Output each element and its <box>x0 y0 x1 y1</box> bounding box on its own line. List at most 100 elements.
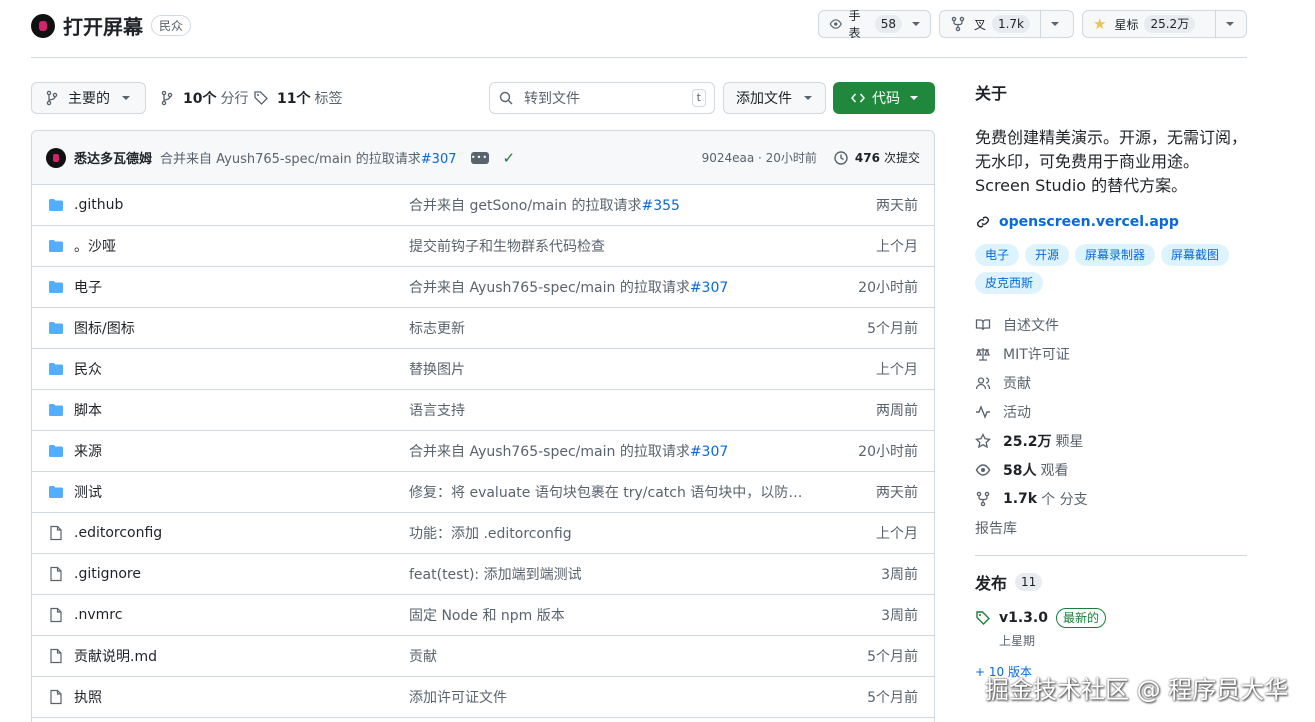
releases-title[interactable]: 发布 <box>975 570 1007 594</box>
file-name[interactable]: 脚本 <box>74 400 409 420</box>
repo-owner-avatar[interactable] <box>31 13 55 38</box>
commit-hash[interactable]: 9024eaa · 20小时前 <box>702 149 817 166</box>
fork-label: 叉 <box>973 17 986 32</box>
file-name[interactable]: .editorconfig <box>74 525 409 541</box>
tag-icon <box>254 91 268 105</box>
releases-header[interactable]: 发布 11 <box>975 570 1247 594</box>
file-table: 悉达多瓦德姆 合并来自 Ayush765-spec/main 的拉取请求#307… <box>31 130 935 722</box>
activity-link[interactable]: 活动 <box>975 397 1247 426</box>
file-row[interactable]: 。沙哑 提交前钩子和生物群系代码检查 上个月 <box>32 226 934 267</box>
file-name[interactable]: .github <box>74 197 409 213</box>
file-commit-message[interactable]: 标志更新 <box>409 318 828 338</box>
repo-name[interactable]: 打开屏幕 <box>63 11 143 40</box>
file-commit-message[interactable]: 合并来自 Ayush765-spec/main 的拉取请求#307 <box>409 277 828 297</box>
file-commit-message[interactable]: 修复：将 evaluate 语句块包裹在 try/catch 语句块中，以防止 … <box>409 482 828 502</box>
file-row[interactable]: .github 合并来自 getSono/main 的拉取请求#355 两天前 <box>32 185 934 226</box>
branch-select-button[interactable]: 主要的 <box>31 82 146 114</box>
folder-icon <box>48 484 64 500</box>
file-row[interactable]: 民众 替换图片 上个月 <box>32 349 934 390</box>
tags-link[interactable]: 11个 标签 <box>253 82 342 114</box>
file-row[interactable]: 测试 修复：将 evaluate 语句块包裹在 try/catch 语句块中，以防… <box>32 472 934 513</box>
topic-tag[interactable]: 屏幕录制器 <box>1075 244 1156 266</box>
watchers-label: 观看 <box>1040 462 1069 479</box>
forks-link[interactable]: 1.7k 个 分支 <box>975 484 1247 513</box>
file-name[interactable]: 图标/图标 <box>74 318 409 338</box>
topics-list: 电子 开源 屏幕录制器 屏幕截图皮克西斯 <box>975 244 1247 294</box>
readme-link[interactable]: 自述文件 <box>975 310 1247 339</box>
add-file-button[interactable]: 添加文件 <box>723 82 826 114</box>
commits-link[interactable]: 476 次提交 <box>833 149 920 166</box>
file-name[interactable]: .gitignore <box>74 566 409 582</box>
file-commit-message[interactable]: 语言支持 <box>409 400 828 420</box>
file-name[interactable]: 民众 <box>74 359 409 379</box>
file-row[interactable]: 来源 合并来自 Ayush765-spec/main 的拉取请求#307 20小时前 <box>32 431 934 472</box>
file-name[interactable]: 电子 <box>74 277 409 297</box>
file-commit-message[interactable]: 贡献 <box>409 646 828 666</box>
fork-dropdown[interactable] <box>1040 11 1069 37</box>
star-dropdown[interactable] <box>1215 11 1244 37</box>
file-row[interactable]: .nvmrc 固定 Node 和 npm 版本 3周前 <box>32 595 934 636</box>
watch-button[interactable]: 手表 58 <box>818 9 931 40</box>
file-row[interactable]: .editorconfig 功能：添加 .editorconfig 上个月 <box>32 513 934 554</box>
file-row[interactable]: .gitignore feat(test): 添加端到端测试 3周前 <box>32 554 934 595</box>
file-commit-message[interactable]: 添加许可证文件 <box>409 687 828 707</box>
ellipsis-icon[interactable]: ••• <box>470 151 489 164</box>
commit-message[interactable]: 合并来自 Ayush765-spec/main 的拉取请求#307 <box>160 148 456 167</box>
file-commit-pr-link[interactable]: #307 <box>690 280 728 296</box>
file-commit-message[interactable]: 合并来自 Ayush765-spec/main 的拉取请求#307 <box>409 441 828 461</box>
contributing-link[interactable]: 贡献 <box>975 368 1247 397</box>
file-commit-pr-link[interactable]: #307 <box>690 444 728 460</box>
file-row[interactable]: 贡献说明.md 贡献 5个月前 <box>32 636 934 677</box>
file-commit-message[interactable]: feat(test): 添加端到端测试 <box>409 564 828 584</box>
file-name[interactable]: 执照 <box>74 687 409 707</box>
website-link[interactable]: openscreen.vercel.app <box>975 214 1247 230</box>
file-commit-message[interactable]: 提交前钩子和生物群系代码检查 <box>409 236 828 256</box>
commit-author-avatar[interactable] <box>46 147 66 168</box>
file-name[interactable]: 。沙哑 <box>74 236 409 256</box>
latest-release[interactable]: v1.3.0 最新的 上星期 <box>975 608 1247 649</box>
topic-tag[interactable]: 屏幕截图 <box>1161 244 1230 266</box>
topic-tag[interactable]: 皮克西斯 <box>975 272 1044 294</box>
file-commit-message[interactable]: 替换图片 <box>409 359 828 379</box>
branches-count: 10个 <box>183 91 217 107</box>
file-name[interactable]: 来源 <box>74 441 409 461</box>
eye-icon <box>829 19 842 29</box>
file-commit-message[interactable]: 合并来自 getSono/main 的拉取请求#355 <box>409 195 828 215</box>
file-commit-time: 上个月 <box>876 526 918 542</box>
release-version[interactable]: v1.3.0 <box>999 610 1048 626</box>
stars-link[interactable]: 25.2万 颗星 <box>975 426 1247 455</box>
commit-pr-link[interactable]: #307 <box>421 152 457 167</box>
tags-count: 11个 <box>277 91 311 107</box>
commit-author[interactable]: 悉达多瓦德姆 <box>74 148 152 167</box>
chevron-down-icon <box>122 96 130 100</box>
report-repo-link[interactable]: 报告库 <box>975 513 1247 542</box>
file-row[interactable]: 电子 合并来自 Ayush765-spec/main 的拉取请求#307 20小时前 <box>32 267 934 308</box>
star-button[interactable]: ★ 星标 25.2万 <box>1082 10 1247 38</box>
watchers-link[interactable]: 58人 观看 <box>975 455 1247 484</box>
file-commit-message[interactable]: 固定 Node 和 npm 版本 <box>409 605 828 625</box>
check-icon[interactable]: ✓ <box>503 149 516 167</box>
fork-button[interactable]: 叉 1.7k <box>939 10 1074 38</box>
file-commit-message[interactable]: 功能：添加 .editorconfig <box>409 523 828 543</box>
topic-tag[interactable]: 电子 <box>975 244 1020 266</box>
file-row[interactable]: 图标/图标 标志更新 5个月前 <box>32 308 934 349</box>
branches-link[interactable]: 10个 分行 <box>159 82 248 114</box>
website-url[interactable]: openscreen.vercel.app <box>999 214 1179 230</box>
readme-label: 自述文件 <box>1003 317 1059 334</box>
file-name[interactable]: 测试 <box>74 482 409 502</box>
file-name[interactable]: .nvmrc <box>74 607 409 623</box>
about-description: 免费创建精美演示。开源，无需订阅，无水印，可免费用于商业用途。Screen St… <box>975 128 1248 195</box>
file-row[interactable]: 脚本 语言支持 两周前 <box>32 390 934 431</box>
history-icon <box>834 150 848 165</box>
file-row[interactable]: 执照 添加许可证文件 5个月前 <box>32 677 934 718</box>
forks-label: 个 分支 <box>1041 491 1088 508</box>
folder-icon <box>48 320 64 336</box>
topic-tag[interactable]: 开源 <box>1025 244 1070 266</box>
code-button[interactable]: 代码 <box>833 82 935 114</box>
file-commit-time: 5个月前 <box>867 690 918 706</box>
file-commit-pr-link[interactable]: #355 <box>641 198 679 214</box>
license-link[interactable]: MIT许可证 <box>975 339 1247 368</box>
releases-count: 11 <box>1015 573 1043 591</box>
file-name[interactable]: 贡献说明.md <box>74 646 409 666</box>
go-to-file-search[interactable]: 转到文件 t <box>489 82 715 114</box>
